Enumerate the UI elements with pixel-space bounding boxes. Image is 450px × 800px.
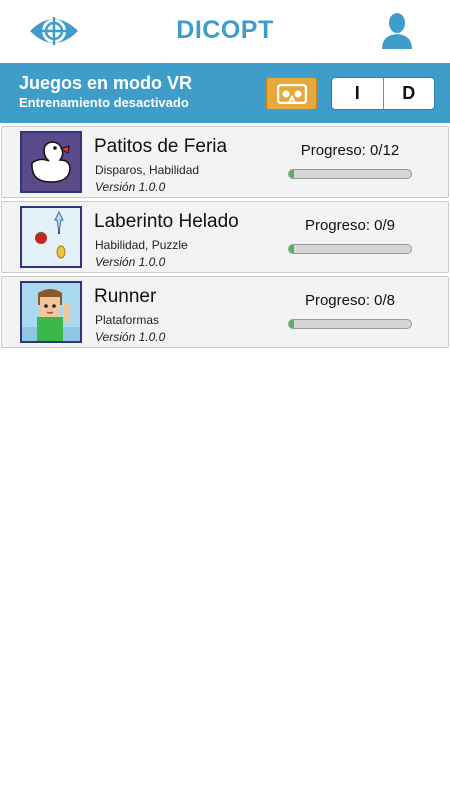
progress-bar	[288, 169, 412, 179]
progress-bar	[288, 244, 412, 254]
game-thumbnail	[20, 131, 82, 193]
progress-label: Progreso: 0/9	[304, 217, 396, 234]
duck-icon	[31, 141, 71, 183]
game-card[interactable]: Runner Plataformas Versión 1.0.0 Progres…	[1, 276, 449, 348]
vr-panel-subtitle: Entrenamiento desactivado	[19, 95, 189, 110]
game-version: Versión 1.0.0	[95, 180, 166, 194]
eye-selector: I D	[331, 77, 435, 110]
game-title: Laberinto Helado	[94, 211, 239, 232]
top-bar: DICOPT	[0, 0, 450, 62]
progress-fill	[289, 245, 294, 253]
game-thumbnail	[20, 281, 82, 343]
vr-headset-icon	[277, 84, 307, 104]
game-genres: Plataformas	[95, 313, 160, 327]
vr-panel-title: Juegos en modo VR	[19, 73, 193, 93]
vr-mode-button[interactable]	[266, 77, 317, 110]
game-version: Versión 1.0.0	[95, 330, 166, 344]
progress-label: Progreso: 0/12	[300, 142, 400, 159]
game-card[interactable]: Patitos de Feria Disparos, Habilidad Ver…	[1, 126, 449, 198]
game-list: Patitos de Feria Disparos, Habilidad Ver…	[1, 126, 449, 351]
ice-maze-icon	[35, 210, 66, 259]
progress-fill	[289, 170, 294, 178]
game-title: Runner	[94, 286, 157, 307]
progress-fill	[289, 320, 294, 328]
game-genres: Disparos, Habilidad	[95, 163, 200, 177]
vr-mode-panel: Juegos en modo VR Entrenamiento desactiv…	[0, 63, 450, 123]
runner-character-icon	[22, 289, 80, 341]
game-card[interactable]: Laberinto Helado Habilidad, Puzzle Versi…	[1, 201, 449, 273]
game-thumbnail	[20, 206, 82, 268]
progress-label: Progreso: 0/8	[304, 292, 396, 309]
game-version: Versión 1.0.0	[95, 255, 166, 269]
right-eye-option[interactable]: D	[382, 78, 435, 109]
game-genres: Habilidad, Puzzle	[95, 238, 188, 252]
left-eye-option[interactable]: I	[332, 78, 383, 109]
game-title: Patitos de Feria	[94, 136, 228, 157]
progress-bar	[288, 319, 412, 329]
user-silhouette-icon[interactable]	[381, 12, 413, 50]
